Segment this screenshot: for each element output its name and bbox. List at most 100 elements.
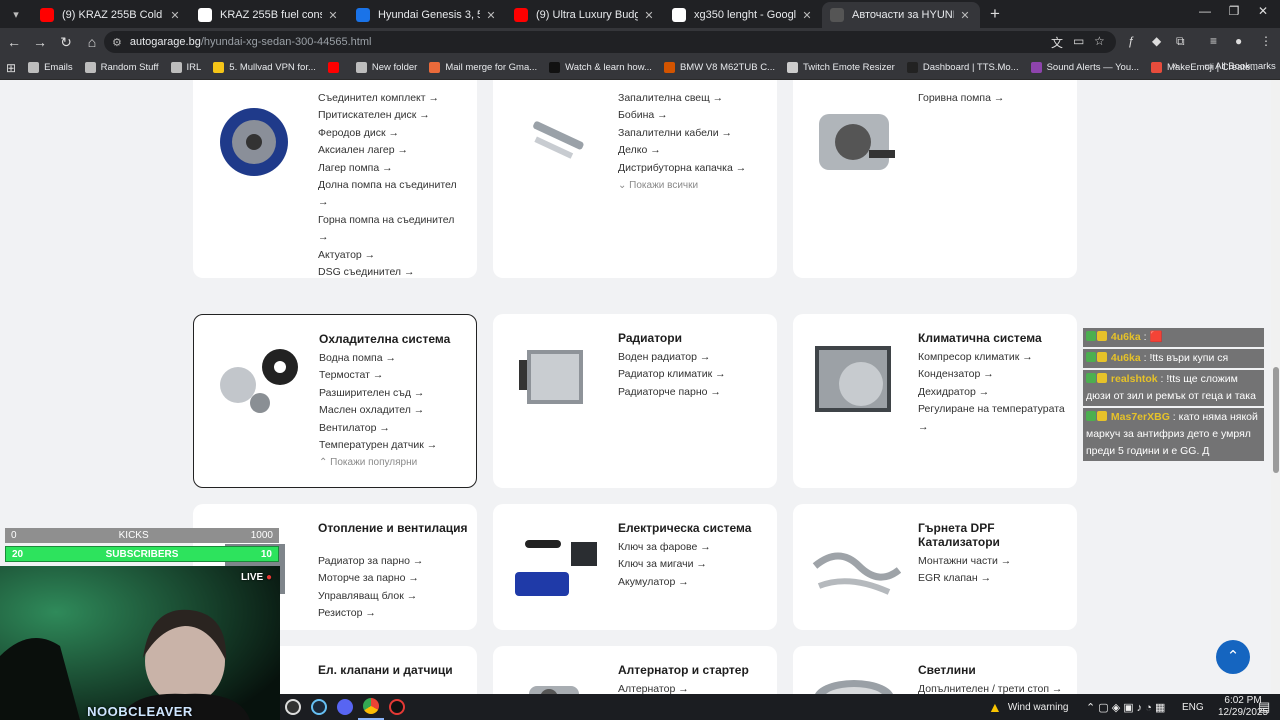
- tab[interactable]: KRAZ 255B fuel consumption - ✕: [190, 2, 348, 28]
- category-card[interactable]: Охладителна система Водна помпаТермостатР…: [193, 314, 477, 488]
- show-all-toggle[interactable]: ⌄ Покажи всички: [618, 180, 698, 191]
- bookmark[interactable]: Mail merge for Gma...: [429, 62, 537, 73]
- tab[interactable]: Hyundai Genesis 3, 5i 24V 197p ✕: [348, 2, 506, 28]
- forward-icon[interactable]: →: [28, 34, 52, 50]
- cast-icon[interactable]: ▭: [1073, 34, 1084, 48]
- scrollbar[interactable]: [1271, 80, 1280, 694]
- category-link[interactable]: Запалителна свещ: [618, 90, 766, 107]
- bookmark[interactable]: Random Stuff: [84, 62, 159, 73]
- taskbar-app-steam[interactable]: [306, 694, 332, 720]
- extension-icon[interactable]: ƒ: [1128, 34, 1135, 48]
- extension-icon[interactable]: ◆: [1152, 34, 1161, 48]
- category-link[interactable]: Управляващ блок: [318, 588, 466, 605]
- site-info-icon[interactable]: ⚙: [112, 36, 122, 49]
- cooling-parts-image[interactable]: [210, 337, 302, 423]
- exhaust-parts-image[interactable]: [809, 526, 901, 612]
- category-link[interactable]: Бобина: [618, 107, 766, 124]
- show-popular-toggle[interactable]: ⌃ Покажи популярни: [319, 457, 417, 468]
- scroll-thumb[interactable]: [1273, 367, 1279, 473]
- bookmark[interactable]: BMW V8 M62TUB C...: [663, 62, 775, 73]
- category-link[interactable]: Моторче за парно: [318, 570, 466, 587]
- category-title[interactable]: Гърнета DPF Катализатори: [918, 521, 1068, 549]
- category-link[interactable]: Монтажни части: [918, 553, 1066, 570]
- category-link[interactable]: Долна помпа на съединител: [318, 177, 466, 212]
- category-card[interactable]: Електрическа система Ключ за фаровеКлюч з…: [493, 504, 777, 630]
- category-link[interactable]: Дистрибуторна капачка: [618, 160, 766, 177]
- category-link[interactable]: Ключ за мигачи: [618, 556, 766, 573]
- radiator-image[interactable]: [509, 336, 601, 422]
- category-link[interactable]: Актуатор: [318, 247, 466, 264]
- category-link[interactable]: Температурен датчик: [319, 437, 467, 454]
- category-title[interactable]: Алтернатор и стартер: [618, 663, 768, 677]
- ac-compressor-image[interactable]: [809, 336, 901, 422]
- category-link[interactable]: Допълнителен / трети стоп: [918, 681, 1066, 694]
- category-card[interactable]: Климатична система Компресор климатикКонд…: [793, 314, 1077, 488]
- bookmark[interactable]: [327, 62, 344, 73]
- category-title[interactable]: Отопление и вентилация: [318, 521, 468, 535]
- category-link[interactable]: Горивна помпа: [918, 90, 1066, 107]
- tab-close-icon[interactable]: ✕: [800, 9, 814, 22]
- category-card[interactable]: Алтернатор и стартер Алтернатор: [493, 646, 777, 694]
- category-link[interactable]: Акумулатор: [618, 574, 766, 591]
- extensions-puzzle-icon[interactable]: ⧉: [1176, 34, 1185, 49]
- close-window-icon[interactable]: ✕: [1248, 4, 1278, 18]
- category-card[interactable]: Съединител комплектПритискателен дискФер…: [193, 80, 477, 278]
- category-link[interactable]: DSG съединител: [318, 264, 466, 278]
- category-card[interactable]: Гърнета DPF Катализатори Монтажни частиEG…: [793, 504, 1077, 630]
- taskbar-app-discord[interactable]: [332, 694, 358, 720]
- bookmark[interactable]: IRL: [170, 62, 201, 73]
- language-indicator[interactable]: ENG: [1182, 694, 1204, 720]
- taskbar-app-obs[interactable]: [280, 694, 306, 720]
- tab[interactable]: (9) Ultra Luxury Budgetmob ✕: [506, 2, 664, 28]
- all-bookmarks[interactable]: ▭ All Bookmarks: [1204, 61, 1276, 72]
- tab-close-icon[interactable]: ✕: [168, 9, 182, 22]
- clutch-kit-image[interactable]: [209, 100, 301, 186]
- category-link[interactable]: Радиатор климатик: [618, 366, 766, 383]
- notifications-icon[interactable]: ▤: [1258, 694, 1270, 720]
- switch-module-image[interactable]: [509, 526, 601, 612]
- tab-close-icon[interactable]: ✕: [484, 9, 498, 22]
- tab-close-icon[interactable]: ✕: [958, 9, 972, 22]
- category-link[interactable]: Радиаторче парно: [618, 384, 766, 401]
- tab[interactable]: xg350 lenght - Google Search ✕: [664, 2, 822, 28]
- category-link[interactable]: Компресор климатик: [918, 349, 1066, 366]
- category-link[interactable]: Термостат: [319, 367, 467, 384]
- category-link[interactable]: Кондензатор: [918, 366, 1066, 383]
- category-link[interactable]: Горна помпа на съединител: [318, 212, 466, 247]
- reload-icon[interactable]: ↻: [54, 34, 78, 51]
- category-link[interactable]: Разширителен съд: [319, 385, 467, 402]
- category-title[interactable]: Електрическа система: [618, 521, 768, 535]
- category-title[interactable]: Радиатори: [618, 331, 768, 345]
- translate-icon[interactable]: 文: [1051, 34, 1063, 51]
- category-card[interactable]: Светлини Допълнителен / трети стоп: [793, 646, 1077, 694]
- category-link[interactable]: Маслен охладител: [319, 402, 467, 419]
- bookmark[interactable]: 5. Mullvad VPN for...: [213, 62, 316, 73]
- category-link[interactable]: Запалителни кабели: [618, 125, 766, 142]
- maximize-icon[interactable]: ❐: [1219, 4, 1249, 18]
- profile-icon[interactable]: ●: [1235, 34, 1242, 48]
- category-link[interactable]: Воден радиатор: [618, 349, 766, 366]
- bookmark[interactable]: Dashboard | TTS.Mo...: [906, 62, 1019, 73]
- category-link[interactable]: Водна помпа: [319, 350, 467, 367]
- apps-icon[interactable]: ⊞: [6, 61, 16, 75]
- taskbar-app-recorder[interactable]: [384, 694, 410, 720]
- category-link[interactable]: Аксиален лагер: [318, 142, 466, 159]
- category-card[interactable]: Радиатори Воден радиаторРадиатор климатик…: [493, 314, 777, 488]
- category-title[interactable]: Охладителна система: [319, 332, 469, 346]
- category-link[interactable]: Радиатор за парно: [318, 553, 466, 570]
- weather-widget[interactable]: ▲ Wind warning: [988, 694, 1068, 720]
- tab[interactable]: Авточасти за HYUNDAI XG се ✕: [822, 2, 980, 28]
- bookmark[interactable]: Twitch Emote Resizer: [786, 62, 895, 73]
- tray-icons[interactable]: ⌃ ▢ ◈ ▣ ♪ ◔ ▦: [1086, 694, 1165, 720]
- bookmark[interactable]: Sound Alerts — You...: [1030, 62, 1139, 73]
- category-link[interactable]: Алтернатор: [618, 681, 766, 694]
- tab-close-icon[interactable]: ✕: [642, 9, 656, 22]
- category-link[interactable]: Ключ за фарове: [618, 539, 766, 556]
- category-card[interactable]: Горивна помпа: [793, 80, 1077, 278]
- new-tab-button[interactable]: +: [990, 4, 1000, 24]
- category-card[interactable]: Запалителна свещБобинаЗапалителни кабели…: [493, 80, 777, 278]
- category-link[interactable]: Вентилатор: [319, 420, 467, 437]
- address-bar[interactable]: ⚙ autogarage.bg/hyundai-xg-sedan-300-445…: [104, 31, 1116, 53]
- category-link[interactable]: EGR клапан: [918, 570, 1066, 587]
- category-link[interactable]: Феродов диск: [318, 125, 466, 142]
